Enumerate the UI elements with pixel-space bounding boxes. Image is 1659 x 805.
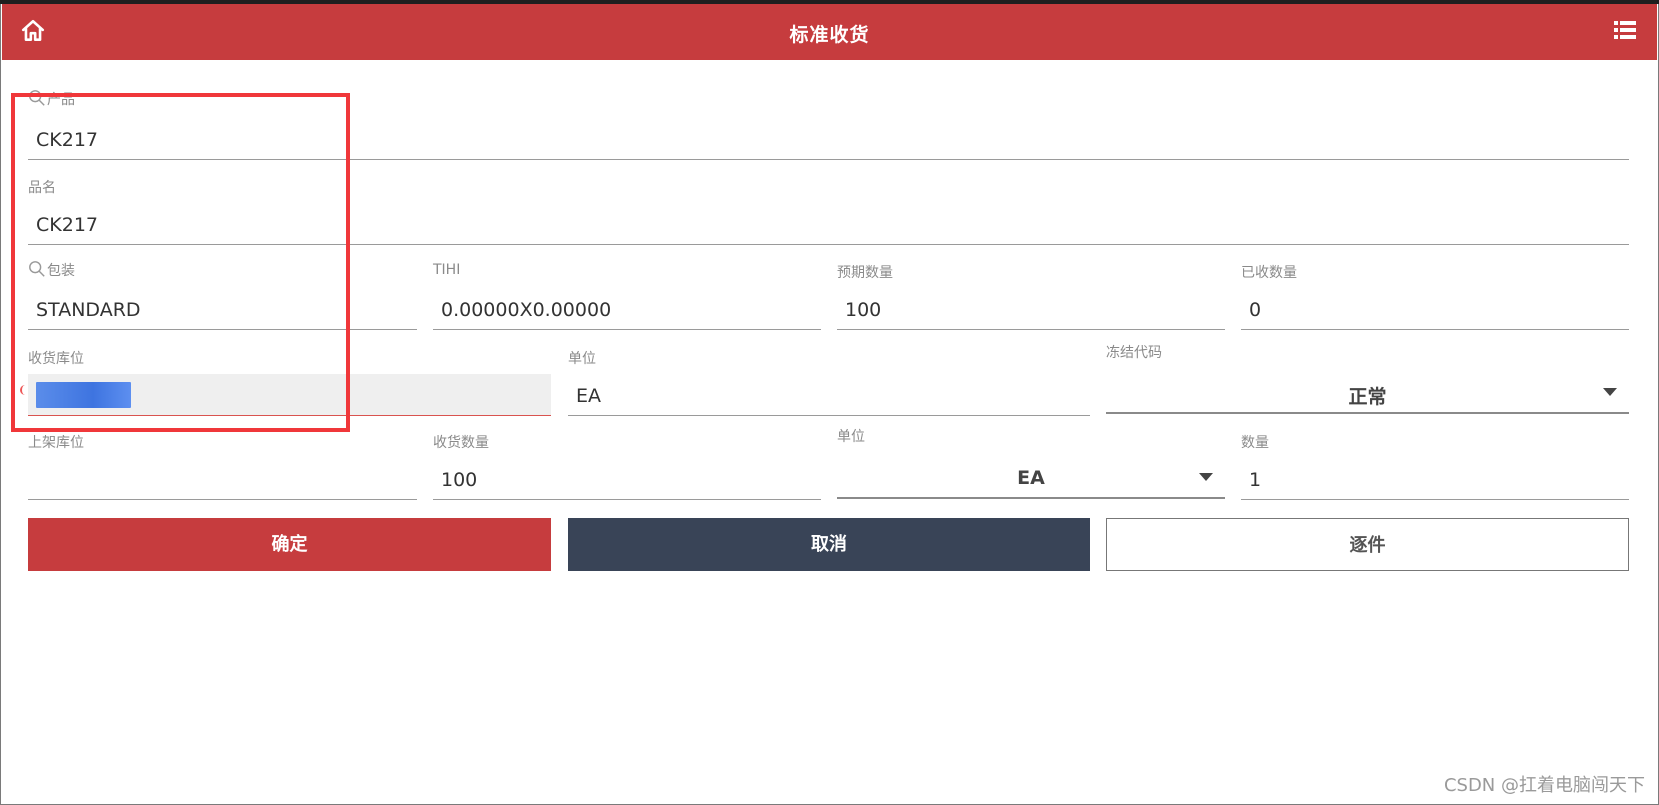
tihi-input[interactable]	[433, 290, 821, 329]
expected-qty-label: 预期数量	[837, 265, 893, 281]
product-label-text: 产品	[47, 92, 75, 108]
receive-qty-label: 收货数量	[433, 435, 489, 451]
menu-list-icon[interactable]	[1613, 18, 1641, 46]
freeze-code-select[interactable]: 正常	[1106, 374, 1629, 414]
quantity-input[interactable]	[1241, 460, 1629, 499]
packaging-label: 包装	[28, 260, 75, 280]
expected-qty-input[interactable]	[837, 290, 1225, 329]
received-qty-field[interactable]	[1241, 290, 1629, 330]
receive-unit-select[interactable]: EA	[837, 459, 1225, 499]
confirm-button[interactable]: 确定	[28, 518, 551, 571]
unit-field[interactable]	[568, 376, 1090, 416]
quantity-label: 数量	[1241, 435, 1269, 451]
expected-qty-field[interactable]	[837, 290, 1225, 330]
cancel-button[interactable]: 取消	[568, 518, 1090, 571]
putaway-location-input[interactable]	[28, 460, 417, 499]
receiving-location-label: 收货库位	[28, 351, 84, 367]
watermark: CSDN @扛着电脑闯天下	[1443, 775, 1645, 796]
receive-unit-label: 单位	[837, 429, 865, 445]
caret-down-icon	[1199, 473, 1213, 481]
page-title: 标准收货	[789, 24, 870, 46]
packaging-input[interactable]	[28, 290, 417, 329]
product-field[interactable]	[28, 120, 1629, 160]
product-name-field[interactable]	[28, 205, 1629, 245]
quantity-field[interactable]	[1241, 460, 1629, 500]
tihi-label: TIHI	[433, 262, 461, 278]
putaway-location-label: 上架库位	[28, 435, 84, 451]
unit-input[interactable]	[568, 376, 1090, 415]
receive-qty-input[interactable]	[433, 460, 821, 499]
freeze-code-label: 冻结代码	[1106, 345, 1162, 361]
search-icon[interactable]	[28, 260, 46, 278]
packaging-field[interactable]	[28, 290, 417, 330]
unit-label: 单位	[568, 351, 596, 367]
received-qty-input[interactable]	[1241, 290, 1629, 329]
piece-by-piece-button[interactable]: 逐件	[1106, 518, 1629, 571]
freeze-code-value: 正常	[1348, 386, 1387, 408]
receiving-location-field[interactable]	[28, 374, 551, 416]
putaway-location-field[interactable]	[28, 460, 417, 500]
packaging-label-text: 包装	[47, 263, 75, 279]
search-icon[interactable]	[28, 89, 46, 107]
field-error-marker	[20, 385, 25, 395]
tihi-field[interactable]	[433, 290, 821, 330]
product-label: 产品	[28, 89, 75, 109]
caret-down-icon	[1603, 388, 1617, 396]
redacted-value	[36, 382, 131, 408]
app-header: 标准收货	[2, 4, 1657, 60]
receive-unit-value: EA	[1017, 467, 1045, 489]
product-name-input[interactable]	[28, 205, 1629, 244]
receive-qty-field[interactable]	[433, 460, 821, 500]
received-qty-label: 已收数量	[1241, 265, 1297, 281]
product-name-label: 品名	[28, 180, 56, 196]
product-input[interactable]	[28, 120, 1629, 159]
